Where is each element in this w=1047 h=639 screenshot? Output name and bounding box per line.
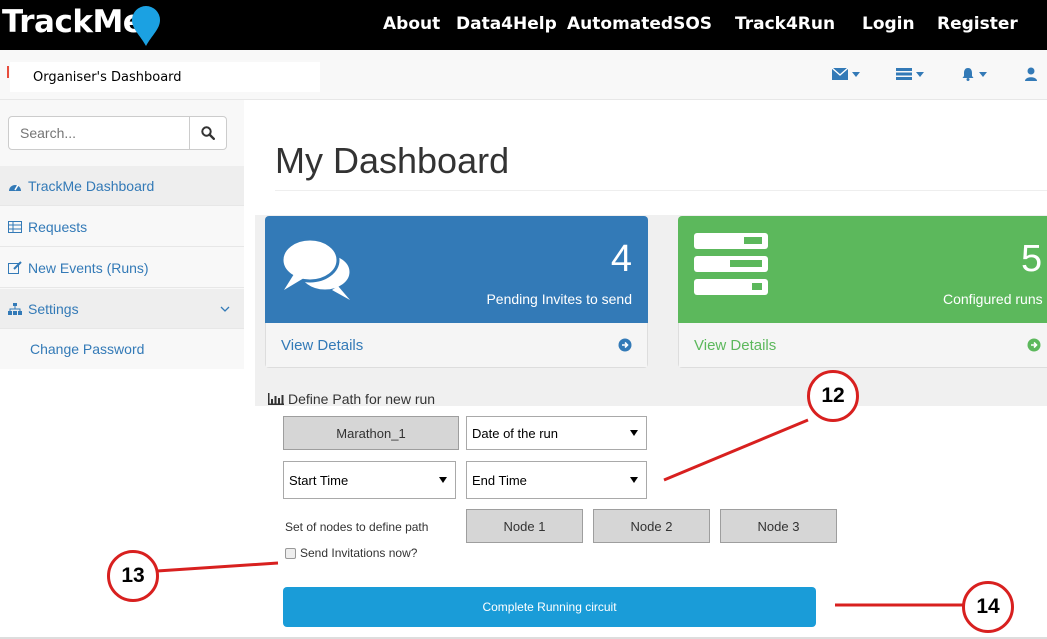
annotation-lines xyxy=(156,418,963,607)
annotation-callout-13: 13 xyxy=(107,550,159,602)
annotation-callout-14: 14 xyxy=(962,581,1014,633)
annotation-callout-12: 12 xyxy=(807,370,859,422)
